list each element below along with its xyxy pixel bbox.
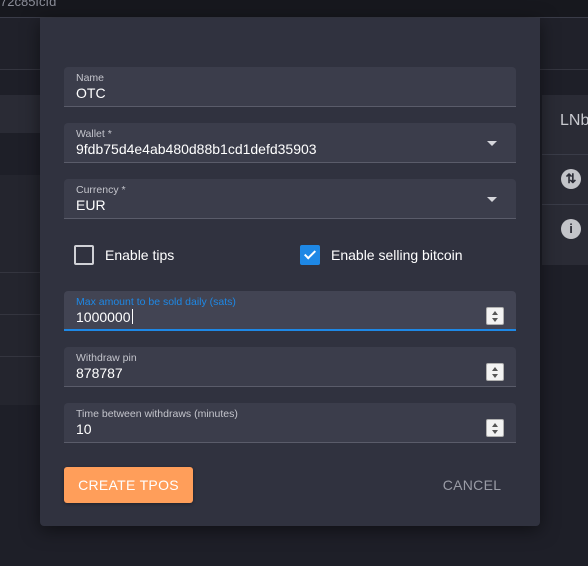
text-caret [131, 309, 133, 324]
max-amount-label: Max amount to be sold daily (sats) [76, 296, 236, 308]
info-icon: i [561, 219, 581, 239]
chevron-down-icon[interactable] [487, 141, 497, 146]
number-stepper[interactable] [486, 419, 504, 437]
time-between-value: 10 [76, 421, 92, 437]
divider [542, 154, 588, 155]
enable-selling-label: Enable selling bitcoin [331, 247, 463, 263]
max-amount-value: 1000000 [76, 309, 133, 325]
number-stepper[interactable] [486, 307, 504, 325]
enable-tips-label: Enable tips [105, 247, 175, 263]
wallet-select[interactable]: Wallet * 9fdb75d4e4ab480d88b1cd1defd3590… [64, 123, 516, 163]
wallet-label: Wallet * [76, 128, 112, 140]
max-amount-text: 1000000 [76, 309, 131, 325]
divider [542, 204, 588, 205]
currency-value: EUR [76, 197, 106, 213]
time-between-label: Time between withdraws (minutes) [76, 408, 238, 420]
increment-icon[interactable] [492, 367, 498, 371]
number-stepper[interactable] [486, 363, 504, 381]
withdraw-pin-label: Withdraw pin [76, 352, 137, 364]
increment-icon[interactable] [492, 423, 498, 427]
lnbits-card-title: LNb [560, 112, 588, 129]
enable-selling-checkbox[interactable] [300, 245, 320, 265]
create-tpos-button[interactable]: CREATE TPOS [64, 467, 193, 503]
increment-icon[interactable] [492, 311, 498, 315]
enable-tips-checkbox[interactable] [74, 245, 94, 265]
decrement-icon[interactable] [492, 374, 498, 378]
decrement-icon[interactable] [492, 318, 498, 322]
wallet-value: 9fdb75d4e4ab480d88b1cd1defd35903 [76, 141, 317, 157]
max-amount-input[interactable]: Max amount to be sold daily (sats) 10000… [64, 291, 516, 331]
withdraw-pin-value: 878787 [76, 365, 123, 381]
address-bar: 72c85fcfd [0, 0, 588, 18]
time-between-input[interactable]: Time between withdraws (minutes) 10 [64, 403, 516, 443]
withdraw-pin-input[interactable]: Withdraw pin 878787 [64, 347, 516, 387]
currency-select[interactable]: Currency * EUR [64, 179, 516, 219]
name-label: Name [76, 72, 105, 84]
cancel-button[interactable]: CANCEL [430, 467, 514, 503]
currency-label: Currency * [76, 184, 126, 196]
create-tpos-dialog: Name OTC Wallet * 9fdb75d4e4ab480d88b1cd… [40, 18, 540, 526]
chevron-down-icon[interactable] [487, 197, 497, 202]
name-field[interactable]: Name OTC [64, 67, 516, 107]
decrement-icon[interactable] [492, 430, 498, 434]
name-value: OTC [76, 85, 106, 101]
enable-selling-toggle[interactable]: Enable selling bitcoin [300, 244, 463, 266]
check-icon [303, 247, 317, 260]
enable-tips-toggle[interactable]: Enable tips [74, 244, 174, 266]
url-text: 72c85fcfd [0, 0, 57, 9]
swap-icon: ⇅ [561, 169, 581, 189]
